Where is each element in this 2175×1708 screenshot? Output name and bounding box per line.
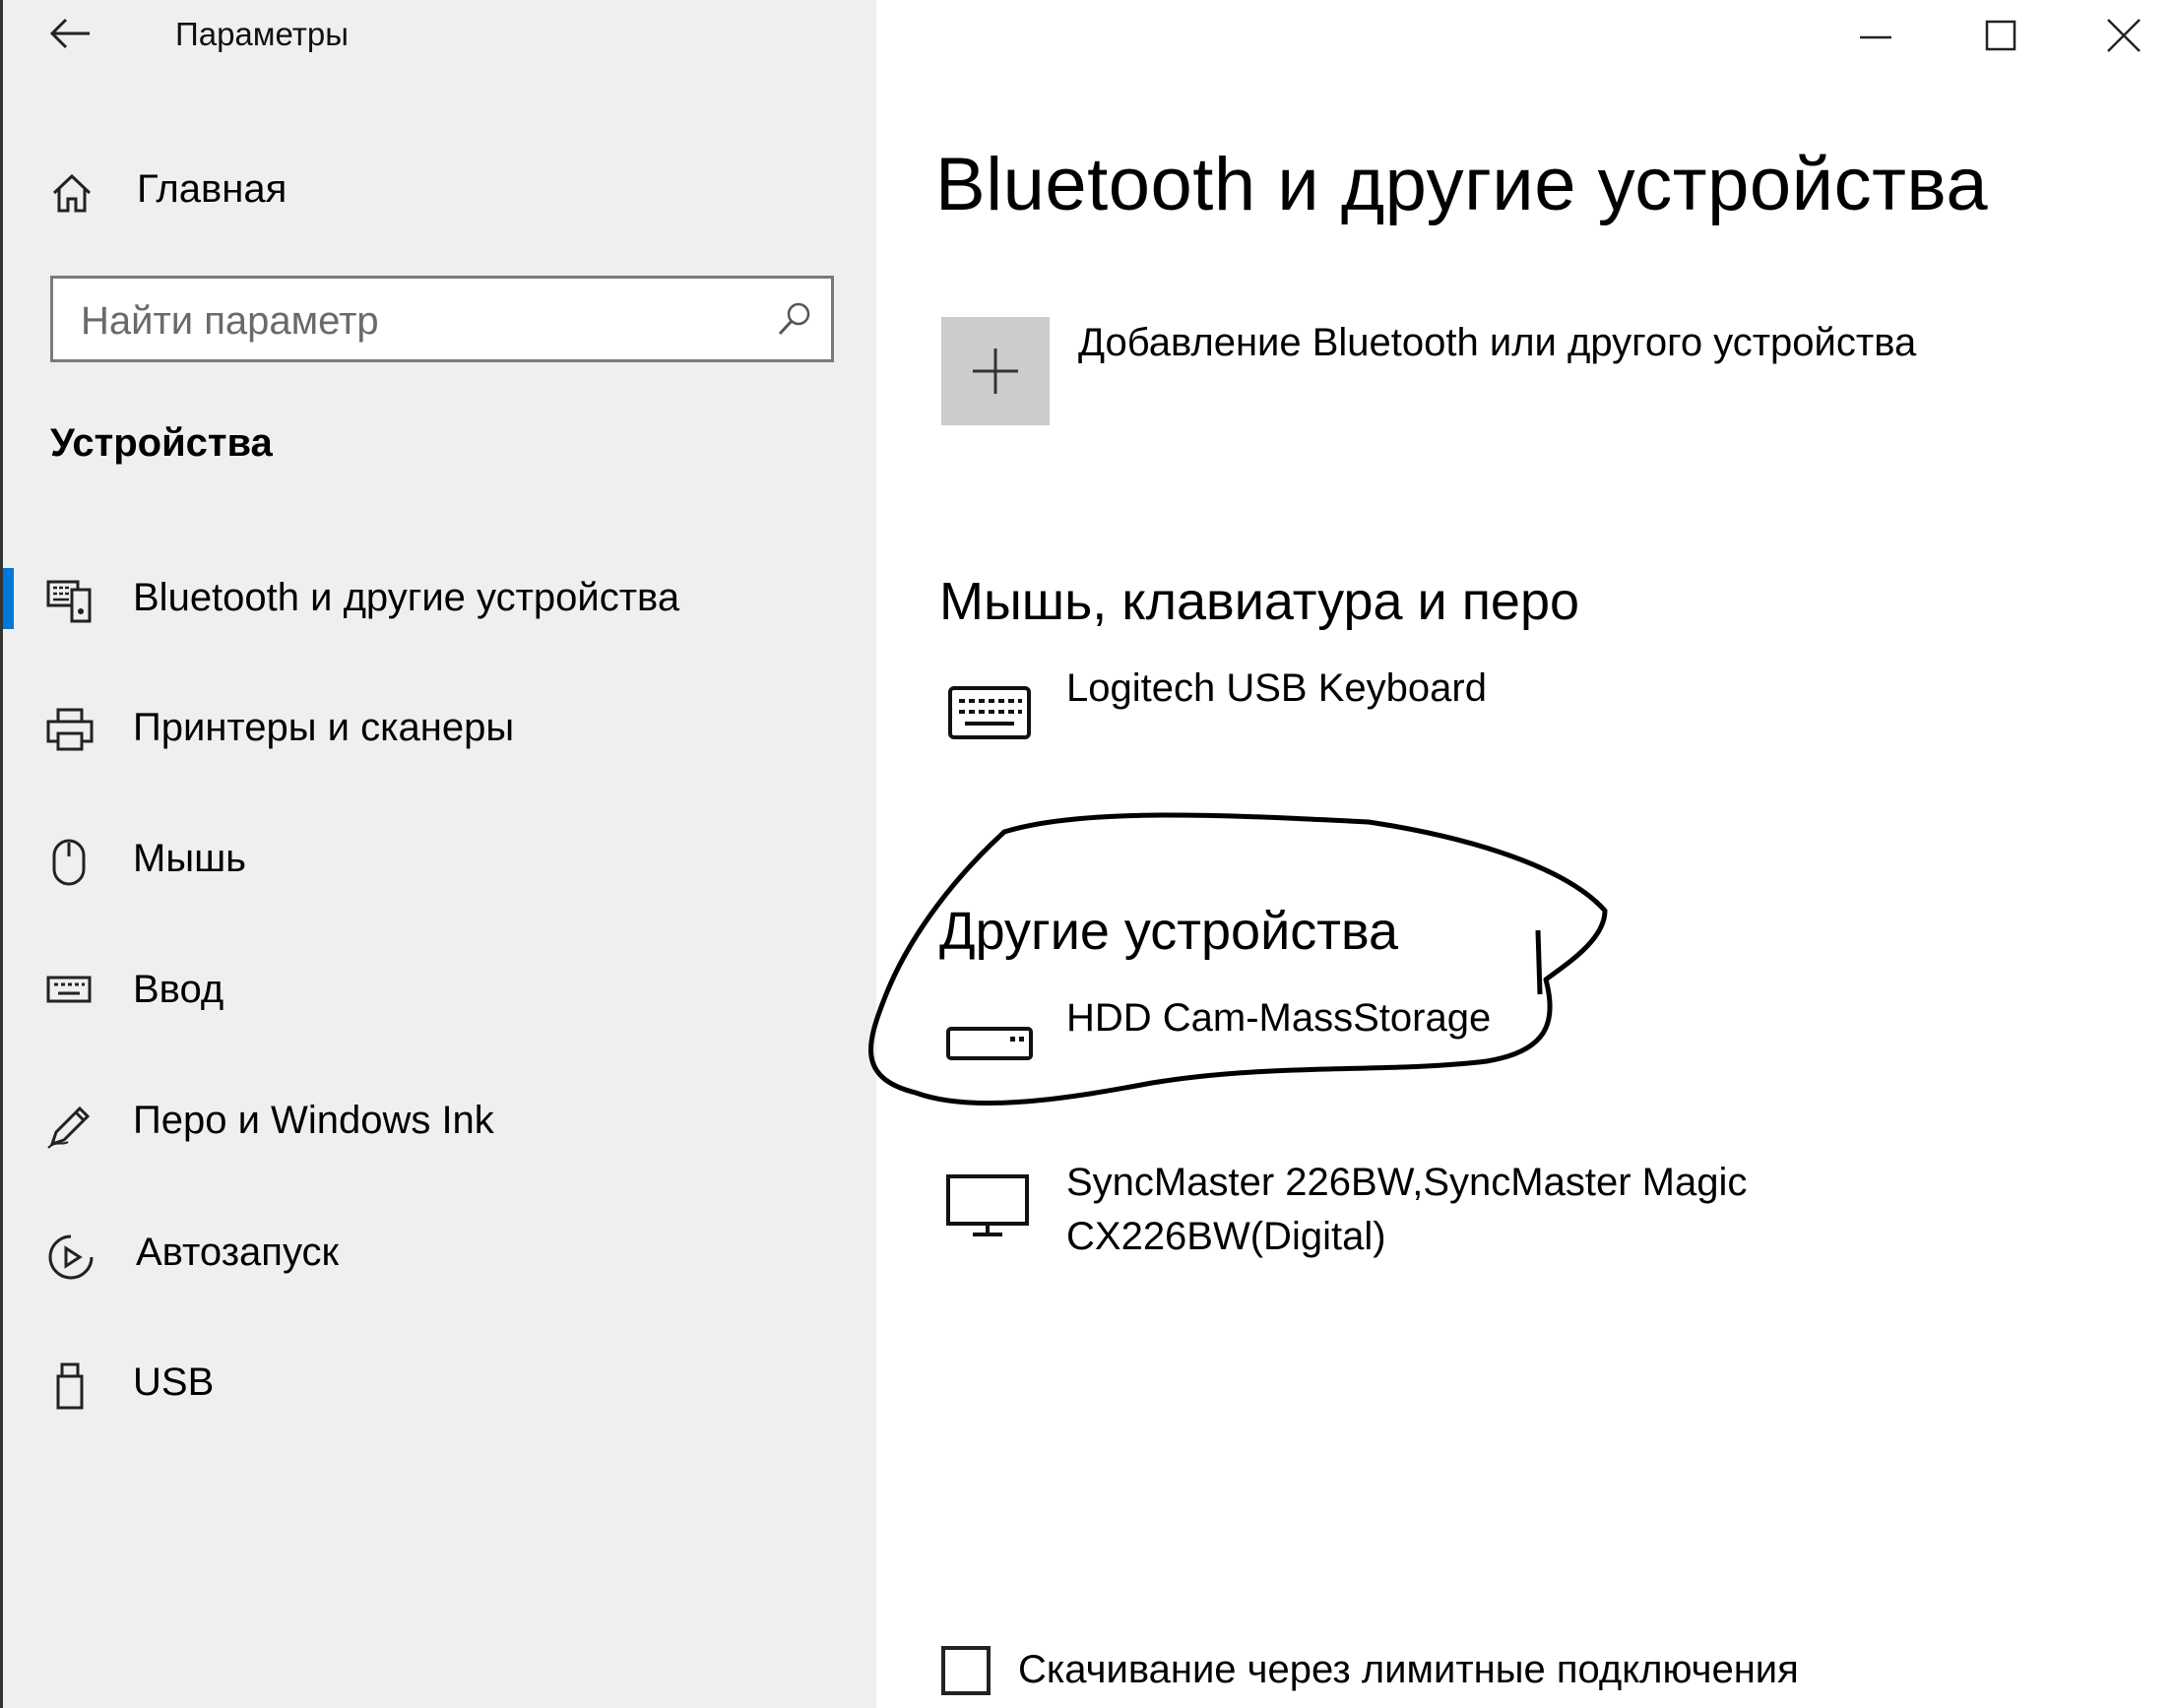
search-input[interactable] <box>79 290 752 351</box>
minimize-button[interactable] <box>1856 16 1895 55</box>
minimize-icon <box>1860 35 1891 39</box>
sidebar-item-input[interactable]: Ввод <box>3 948 874 1037</box>
sidebar-item-label: Перо и Windows Ink <box>133 1099 494 1142</box>
sidebar: Параметры Главная Устройства <box>0 0 876 1708</box>
sidebar-item-printers[interactable]: Принтеры и сканеры <box>3 686 874 775</box>
back-arrow-icon <box>49 18 90 49</box>
keyboard-device-icon[interactable] <box>947 685 1032 745</box>
home-link[interactable]: Главная <box>50 167 936 236</box>
sidebar-item-usb[interactable]: USB <box>3 1341 874 1429</box>
close-icon <box>2107 19 2141 52</box>
sidebar-item-label: Автозапуск <box>136 1231 340 1274</box>
keyboard-icon <box>46 970 94 1014</box>
plus-icon <box>973 348 1018 394</box>
usb-icon <box>46 1362 94 1417</box>
page-title: Bluetooth и другие устройства <box>935 143 1989 226</box>
back-button[interactable] <box>46 14 96 53</box>
hand-drawn-annotation <box>857 797 1625 1127</box>
sidebar-item-label: Ввод <box>133 968 224 1011</box>
sidebar-item-pen[interactable]: Перо и Windows Ink <box>3 1079 874 1168</box>
device-name-line: SyncMaster 226BW,SyncMaster Magic <box>1066 1161 1748 1204</box>
sidebar-item-label: USB <box>133 1360 215 1404</box>
monitor-icon[interactable] <box>945 1173 1032 1243</box>
group-title-input-devices: Мышь, клавиатура и перо <box>939 572 1580 631</box>
sidebar-item-label: Мышь <box>133 837 246 880</box>
maximize-button[interactable] <box>1981 16 2020 55</box>
device-name[interactable]: SyncMaster 226BW,SyncMaster Magic CX226B… <box>1066 1156 1747 1264</box>
section-title: Устройства <box>50 421 273 465</box>
sidebar-item-autoplay[interactable]: Автозапуск <box>3 1211 874 1299</box>
autoplay-icon <box>46 1233 96 1287</box>
metered-download-checkbox[interactable] <box>941 1646 991 1695</box>
app-title: Параметры <box>175 16 349 52</box>
maximize-icon <box>1985 20 2016 51</box>
pen-icon <box>46 1101 96 1155</box>
add-device-label[interactable]: Добавление Bluetooth или другого устройс… <box>1078 321 1916 365</box>
home-label: Главная <box>137 167 288 211</box>
selected-indicator <box>3 568 14 629</box>
device-name-line: CX226BW(Digital) <box>1066 1215 1386 1258</box>
bluetooth-devices-icon <box>46 578 94 628</box>
add-device-button[interactable] <box>941 317 1050 425</box>
sidebar-item-bluetooth[interactable]: Bluetooth и другие устройства <box>3 556 874 645</box>
search-box[interactable] <box>50 276 834 362</box>
close-button[interactable] <box>2102 14 2145 57</box>
sidebar-item-label: Bluetooth и другие устройства <box>133 576 680 619</box>
metered-download-label[interactable]: Скачивание через лимитные подключения <box>1018 1648 1799 1692</box>
device-name[interactable]: Logitech USB Keyboard <box>1066 662 1487 716</box>
sidebar-item-mouse[interactable]: Мышь <box>3 817 874 906</box>
sidebar-item-label: Принтеры и сканеры <box>133 706 515 749</box>
mouse-icon <box>46 839 94 893</box>
home-icon <box>50 171 94 220</box>
search-icon[interactable] <box>776 300 813 343</box>
printer-icon <box>46 708 94 758</box>
